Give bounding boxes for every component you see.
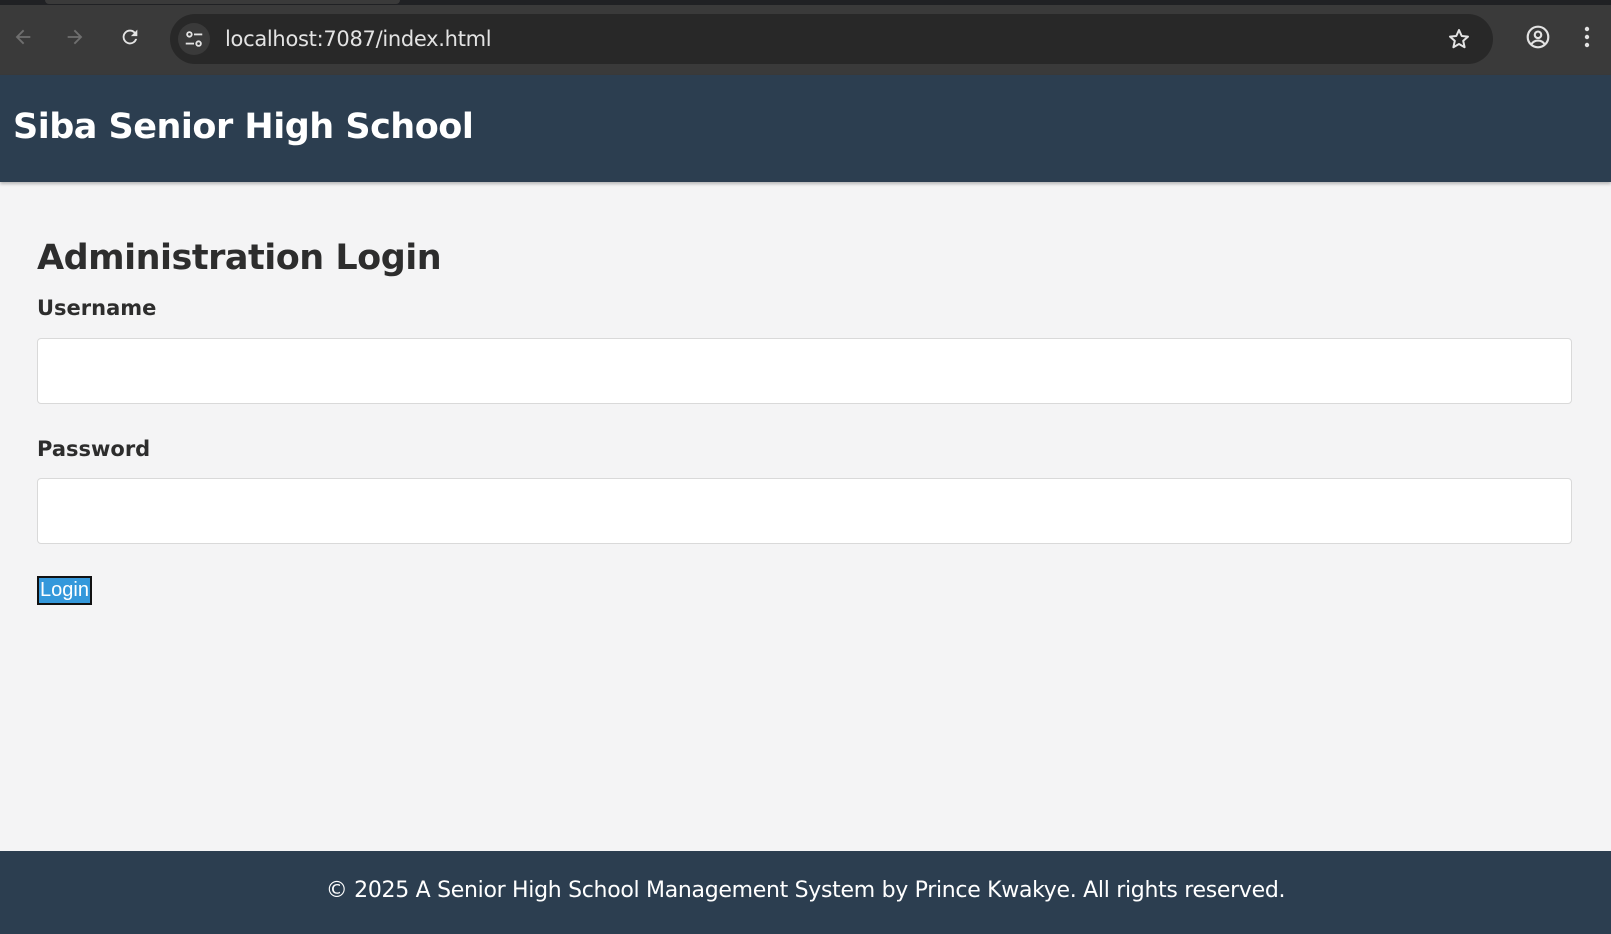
site-footer: © 2025 A Senior High School Management S… <box>0 851 1611 934</box>
site-info-icon[interactable] <box>178 23 210 55</box>
username-field[interactable] <box>37 338 1572 404</box>
site-title: Siba Senior High School <box>13 107 474 147</box>
active-tab-edge[interactable] <box>45 0 400 4</box>
copyright-text: © 2025 A Senior High School Management S… <box>325 878 1286 903</box>
site-header: Siba Senior High School <box>0 75 1611 182</box>
username-label: Username <box>37 296 157 320</box>
profile-icon[interactable] <box>1523 22 1553 52</box>
forward-arrow-icon[interactable] <box>60 22 90 52</box>
browser-toolbar: localhost:7087/index.html <box>0 0 1611 75</box>
reload-icon[interactable] <box>115 22 145 52</box>
address-bar[interactable]: localhost:7087/index.html <box>170 14 1493 64</box>
password-label: Password <box>37 437 151 461</box>
page-title: Administration Login <box>37 238 442 278</box>
password-field[interactable] <box>37 478 1572 544</box>
bookmark-star-icon[interactable] <box>1445 25 1473 53</box>
url-text[interactable]: localhost:7087/index.html <box>225 27 492 51</box>
back-arrow-icon[interactable] <box>8 22 38 52</box>
login-button[interactable]: Login <box>37 576 92 605</box>
more-menu-icon[interactable] <box>1572 22 1602 52</box>
